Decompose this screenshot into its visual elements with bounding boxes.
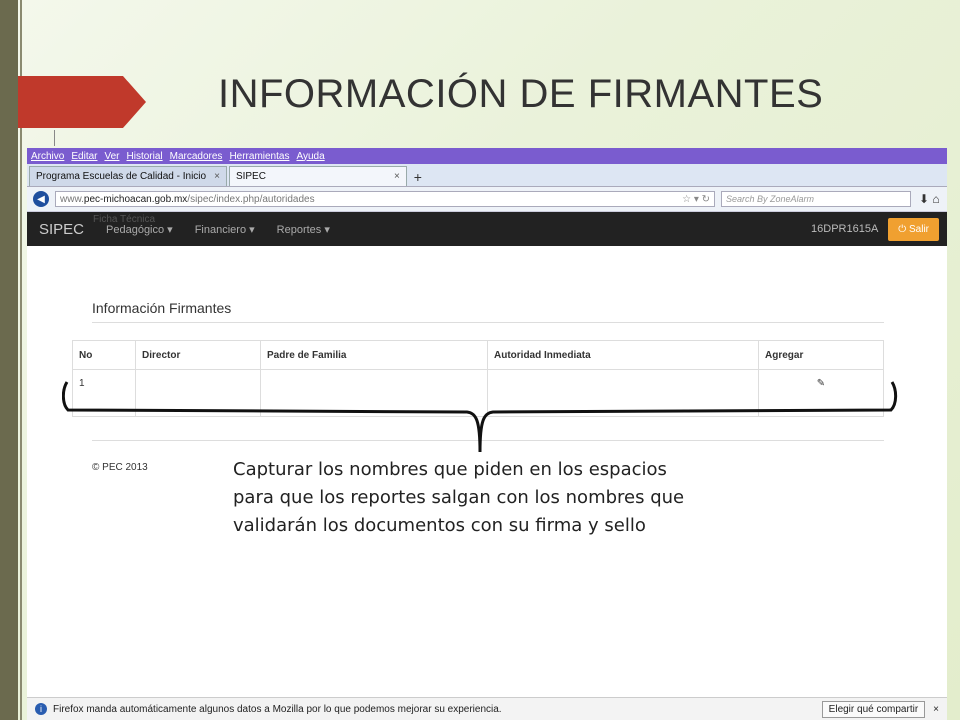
- choose-share-button[interactable]: Elegir qué compartir: [821, 700, 926, 718]
- search-input[interactable]: Search By ZoneAlarm: [721, 191, 911, 207]
- menu-ver[interactable]: Ver: [104, 151, 119, 162]
- tab-sipec[interactable]: SIPEC ×: [228, 166, 407, 186]
- menu-historial[interactable]: Historial: [127, 151, 163, 162]
- url-prefix: www.: [60, 193, 84, 205]
- ficha-tecnica-link[interactable]: Ficha Técnica: [93, 214, 155, 225]
- menu-archivo[interactable]: Archivo: [31, 151, 64, 162]
- tab-label: Programa Escuelas de Calidad - Inicio: [36, 171, 207, 182]
- page-heading: Información Firmantes: [92, 300, 232, 316]
- menu-ayuda[interactable]: Ayuda: [296, 151, 324, 162]
- tab-close-icon[interactable]: ×: [394, 171, 400, 182]
- annotation-text: Capturar los nombres que piden en los es…: [233, 456, 753, 540]
- school-code: 16DPR1615A: [811, 223, 879, 235]
- col-no: No: [72, 340, 136, 370]
- download-home-icons[interactable]: ⬇ ⌂: [919, 192, 940, 206]
- col-agregar: Agregar: [758, 340, 884, 370]
- notification-message: Firefox manda automáticamente algunos da…: [53, 703, 502, 715]
- new-tab-button[interactable]: +: [409, 168, 427, 186]
- tab-bar: Programa Escuelas de Calidad - Inicio × …: [27, 164, 947, 187]
- footer-copyright: © PEC 2013: [92, 462, 148, 473]
- app-navbar: SIPEC Ficha Técnica Pedagógico ▾ Financi…: [27, 212, 947, 246]
- divider: [92, 322, 884, 323]
- info-icon: i: [35, 703, 47, 715]
- url-path: /sipec/index.php/autoridades: [187, 193, 315, 205]
- nav-financiero[interactable]: Financiero ▾: [195, 223, 255, 236]
- col-autoridad: Autoridad Inmediata: [487, 340, 759, 370]
- table-header-row: No Director Padre de Familia Autoridad I…: [72, 340, 884, 370]
- slide-left-bar: [0, 0, 18, 720]
- logout-button[interactable]: ⏻ Salir: [888, 217, 939, 241]
- app-brand[interactable]: SIPEC: [39, 221, 84, 238]
- menu-marcadores[interactable]: Marcadores: [170, 151, 223, 162]
- menu-herramientas[interactable]: Herramientas: [229, 151, 289, 162]
- col-padre: Padre de Familia: [260, 340, 488, 370]
- bookmark-star-icon[interactable]: ☆ ▾ ↻: [682, 194, 710, 205]
- nav-reportes[interactable]: Reportes ▾: [277, 223, 330, 236]
- close-icon[interactable]: ×: [933, 704, 939, 715]
- annotation-line: validarán los documentos con su firma y …: [233, 515, 646, 536]
- address-bar[interactable]: www. pec-michoacan.gob.mx/sipec/index.php…: [55, 191, 715, 207]
- tab-label: SIPEC: [235, 171, 266, 182]
- title-accent-arrow: [18, 76, 146, 128]
- curly-brace-annotation: [62, 381, 898, 453]
- col-director: Director: [135, 340, 261, 370]
- tab-inicio[interactable]: Programa Escuelas de Calidad - Inicio ×: [29, 166, 227, 186]
- annotation-line: para que los reportes salgan con los nom…: [233, 487, 685, 508]
- back-arrow-icon[interactable]: ◀: [33, 191, 49, 207]
- decorative-line: [54, 130, 55, 146]
- tab-close-icon[interactable]: ×: [214, 171, 220, 182]
- slide-title: INFORMACIÓN DE FIRMANTES: [218, 72, 824, 116]
- menu-editar[interactable]: Editar: [71, 151, 97, 162]
- menu-bar: Archivo Editar Ver Historial Marcadores …: [27, 148, 947, 164]
- url-domain: pec-michoacan.gob.mx: [83, 193, 188, 205]
- navigation-bar: ◀ www. pec-michoacan.gob.mx/sipec/index.p…: [27, 187, 947, 212]
- annotation-line: Capturar los nombres que piden en los es…: [233, 459, 667, 480]
- notification-bar: i Firefox manda automáticamente algunos …: [27, 697, 947, 720]
